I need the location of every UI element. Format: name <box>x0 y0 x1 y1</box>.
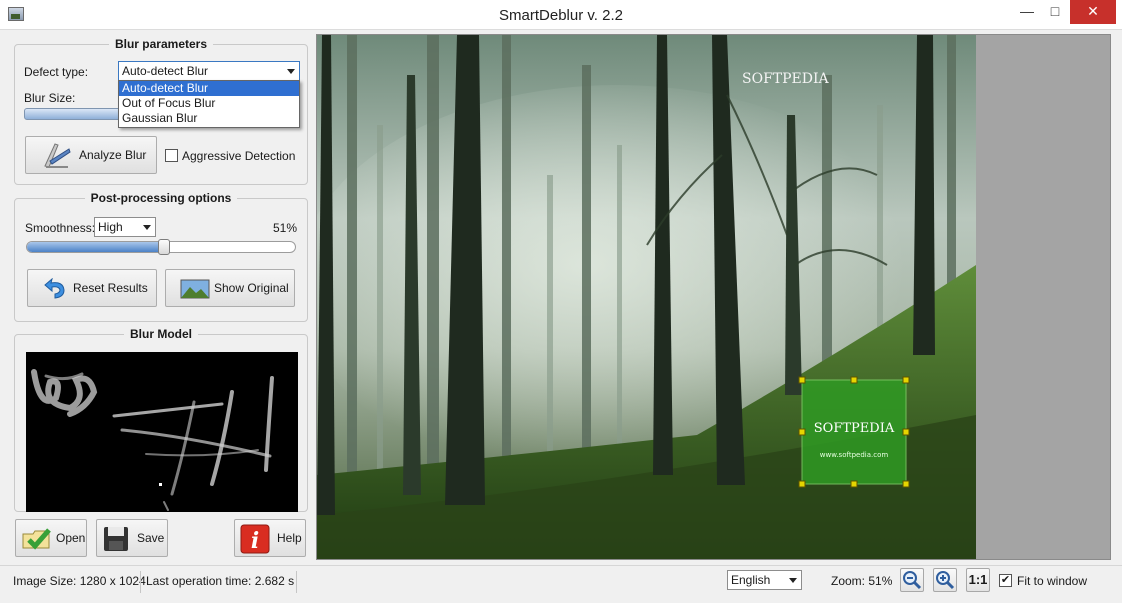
reset-results-button[interactable]: Reset Results <box>27 269 157 307</box>
post-processing-group: Post-processing options Smoothness: High… <box>14 191 308 322</box>
blur-size-label: Blur Size: <box>24 91 76 105</box>
language-value: English <box>731 573 771 587</box>
group-title-blur-model: Blur Model <box>124 327 198 341</box>
last-operation-text: Last operation time: 2.682 s <box>146 574 295 588</box>
defect-type-value: Auto-detect Blur <box>122 64 209 78</box>
group-title-blur-parameters: Blur parameters <box>108 37 214 51</box>
undo-arrow-icon <box>44 278 65 299</box>
image-size-text: Image Size: 1280 x 1024 <box>13 574 146 588</box>
help-button[interactable]: i Help <box>234 519 306 557</box>
show-original-label: Show Original <box>214 281 289 295</box>
landscape-photo-icon <box>180 279 210 299</box>
maximize-button[interactable]: □ <box>1042 0 1068 24</box>
zoom-out-button[interactable] <box>900 568 924 592</box>
image-view[interactable]: SOFTPEDIA SOFTPEDIA www.softpedia.com <box>316 34 1111 560</box>
drafting-tools-icon <box>44 143 71 168</box>
defect-option-gaussian[interactable]: Gaussian Blur <box>119 111 299 126</box>
analyze-blur-button[interactable]: Analyze Blur <box>25 136 157 174</box>
open-label: Open <box>56 531 86 545</box>
window-title: SmartDeblur v. 2.2 <box>499 7 623 24</box>
blur-model-group: Blur Model <box>14 327 308 512</box>
save-button[interactable]: Save <box>96 519 168 557</box>
actual-size-icon: 1:1 <box>968 572 988 587</box>
title-bar: SmartDeblur v. 2.2 — □ ✕ <box>0 0 1122 30</box>
chevron-down-icon <box>789 578 797 583</box>
help-label: Help <box>277 531 302 545</box>
show-original-button[interactable]: Show Original <box>165 269 295 307</box>
fit-to-window-label: Fit to window <box>1017 574 1088 588</box>
smoothness-slider-fill <box>27 242 164 252</box>
smoothness-value: High <box>98 220 123 234</box>
status-bar: Image Size: 1280 x 1024 Last operation t… <box>0 565 1122 603</box>
floppy-disk-icon <box>104 527 128 551</box>
open-button[interactable]: Open <box>15 519 87 557</box>
chevron-down-icon <box>287 69 295 74</box>
svg-text:i: i <box>251 528 259 554</box>
save-label: Save <box>137 531 165 545</box>
fit-to-window-checkbox[interactable]: ✔ <box>999 574 1012 587</box>
defect-type-dropdown: Auto-detect Blur Out of Focus Blur Gauss… <box>118 80 300 128</box>
image-preview: SOFTPEDIA SOFTPEDIA www.softpedia.com <box>317 35 976 559</box>
defect-option-auto[interactable]: Auto-detect Blur <box>119 81 299 96</box>
overlay-title: SOFTPEDIA <box>814 421 895 436</box>
analyze-blur-label: Analyze Blur <box>79 148 147 162</box>
language-select[interactable]: English <box>727 570 802 590</box>
defect-option-out-of-focus[interactable]: Out of Focus Blur <box>119 96 299 111</box>
close-button[interactable]: ✕ <box>1070 0 1116 24</box>
smoothness-select[interactable]: High <box>94 217 156 237</box>
chevron-down-icon <box>143 225 151 230</box>
smoothness-slider-thumb[interactable] <box>158 239 170 255</box>
zoom-in-icon <box>936 571 955 590</box>
defect-type-select[interactable]: Auto-detect Blur <box>118 61 300 81</box>
group-title-post-processing: Post-processing options <box>84 191 238 205</box>
open-folder-icon <box>22 528 51 550</box>
smoothness-percent: 51% <box>273 221 298 235</box>
reset-results-label: Reset Results <box>73 281 148 295</box>
forest-photo: SOFTPEDIA SOFTPEDIA www.softpedia.com <box>317 35 976 559</box>
aggressive-detection-checkbox[interactable] <box>165 149 178 162</box>
aggressive-detection-label: Aggressive Detection <box>182 149 296 163</box>
blur-kernel-preview <box>26 352 298 512</box>
actual-size-button[interactable]: 1:1 <box>966 568 990 592</box>
zoom-in-button[interactable] <box>933 568 957 592</box>
minimize-button[interactable]: — <box>1014 0 1040 24</box>
overlay-url: www.softpedia.com <box>820 451 889 459</box>
zoom-out-icon <box>903 571 922 590</box>
watermark-top: SOFTPEDIA <box>742 71 830 87</box>
defect-type-label: Defect type: <box>24 65 89 79</box>
blur-parameters-group: Blur parameters Defect type: Auto-detect… <box>14 37 308 185</box>
smoothness-label: Smoothness: <box>25 221 96 235</box>
zoom-text: Zoom: 51% <box>831 574 893 588</box>
info-icon: i <box>240 524 270 554</box>
